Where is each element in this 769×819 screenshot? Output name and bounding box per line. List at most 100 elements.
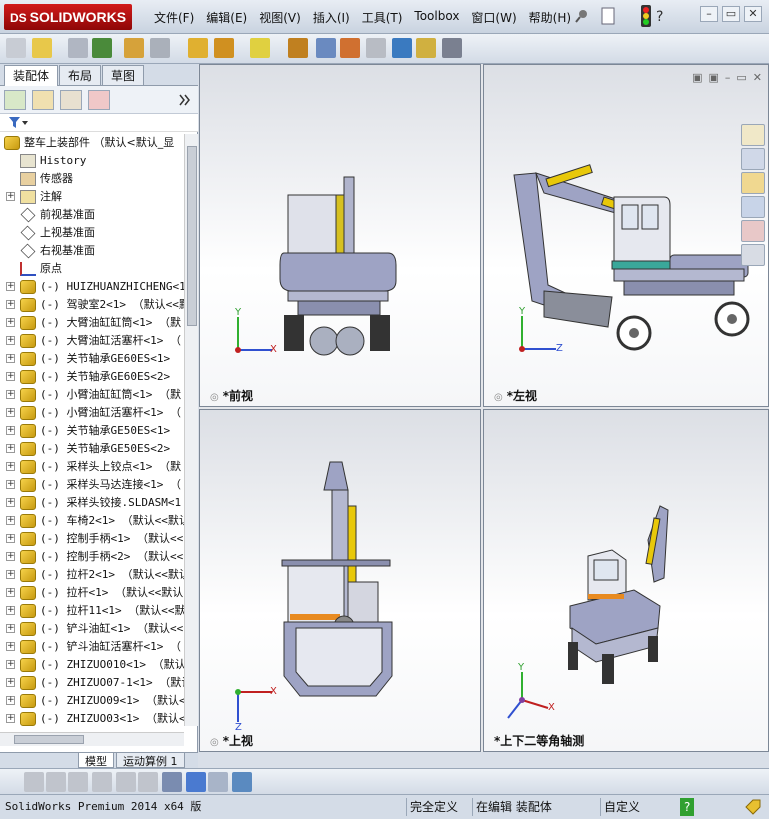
clearance-verification-icon[interactable] [416, 38, 436, 58]
tree-item[interactable]: 上视基准面 [0, 224, 184, 242]
expand-toggle[interactable]: + [6, 300, 15, 309]
expand-toggle[interactable]: + [6, 624, 15, 633]
motion-tool-6-icon[interactable] [138, 772, 158, 792]
menu-toolbox[interactable]: Toolbox [408, 8, 465, 28]
show-hidden-icon[interactable] [188, 38, 208, 58]
bill-of-materials-icon[interactable] [316, 38, 336, 58]
menu-insert[interactable]: 插入(I) [307, 8, 356, 28]
link-views-icon[interactable]: ▣ [692, 71, 702, 84]
tree-item[interactable]: + (-) ZHIZUO07-1<1> （默认 [0, 674, 184, 692]
smart-fasteners-icon[interactable] [124, 38, 144, 58]
expand-toggle[interactable]: + [6, 552, 15, 561]
appearances-icon[interactable] [741, 220, 765, 242]
tab-model[interactable]: 模型 [78, 753, 114, 768]
expand-toggle[interactable]: + [6, 588, 15, 597]
tree-item[interactable]: + (-) 控制手柄<2> （默认<< [0, 548, 184, 566]
rebuild-traffic-light-icon[interactable] [640, 4, 652, 28]
tree-item[interactable]: + (-) ZHIZUO010<1> （默认<< [0, 656, 184, 674]
reference-geometry-icon[interactable] [250, 38, 270, 58]
tag-icon[interactable] [744, 799, 762, 815]
tree-item[interactable]: + 注解 [0, 188, 184, 206]
tree-item[interactable]: + (-) 拉杆<1> （默认<<默认 [0, 584, 184, 602]
viewport-restore-icon[interactable]: ▭ [736, 71, 746, 84]
tree-item[interactable]: + (-) 关节轴承GE60ES<2> （ [0, 368, 184, 386]
move-component-icon[interactable] [150, 38, 170, 58]
expand-toggle[interactable]: + [6, 408, 15, 417]
tree-item[interactable]: History [0, 152, 184, 170]
insert-component-icon[interactable] [32, 38, 52, 58]
file-explorer-icon[interactable] [741, 172, 765, 194]
instant3d-icon[interactable] [442, 38, 462, 58]
viewport-top[interactable]: X Z ◎ *上视 [199, 409, 481, 752]
expand-toggle[interactable]: + [6, 660, 15, 669]
interference-detection-icon[interactable] [392, 38, 412, 58]
expand-toggle[interactable]: + [6, 282, 15, 291]
expand-toggle[interactable]: + [6, 390, 15, 399]
expand-toggle[interactable]: + [6, 606, 15, 615]
tree-item[interactable]: + (-) 小臂油缸缸筒<1> （默 [0, 386, 184, 404]
new-motion-study-icon[interactable] [288, 38, 308, 58]
motion-tool-7-icon[interactable] [162, 772, 182, 792]
feature-manager-tab-icon[interactable] [4, 90, 26, 110]
tree-item[interactable]: 右视基准面 [0, 242, 184, 260]
help-question-icon[interactable]: ? [654, 8, 670, 24]
display-manager-tab-icon[interactable] [88, 90, 110, 110]
tree-item[interactable]: + (-) 关节轴承GE50ES<1> （ [0, 422, 184, 440]
menu-edit[interactable]: 编辑(E) [200, 8, 253, 28]
hscroll-thumb[interactable] [14, 735, 84, 744]
tree-item[interactable]: + (-) 采样头上铰点<1> （默 [0, 458, 184, 476]
custom-properties-icon[interactable] [741, 244, 765, 266]
status-help[interactable]: ? [680, 798, 695, 816]
new-document-icon[interactable] [600, 6, 616, 26]
tree-item[interactable]: + (-) 驾驶室2<1> （默认<<默 [0, 296, 184, 314]
linear-pattern-icon[interactable] [92, 38, 112, 58]
expand-toggle[interactable]: + [6, 516, 15, 525]
filter-funnel-icon[interactable] [8, 116, 28, 130]
expand-toggle[interactable]: + [6, 444, 15, 453]
menu-help[interactable]: 帮助(H) [523, 8, 577, 28]
expand-toggle[interactable]: + [6, 642, 15, 651]
tile-icon[interactable]: ▣ [708, 71, 718, 84]
tab-layout[interactable]: 布局 [59, 65, 102, 85]
expand-toggle[interactable]: + [6, 336, 15, 345]
expand-toggle[interactable]: + [6, 192, 15, 201]
motion-tool-2-icon[interactable] [46, 772, 66, 792]
viewport-isometric[interactable]: X Y *上下二等角轴测 [483, 409, 769, 752]
assembly-tool-icon[interactable] [6, 38, 26, 58]
tree-item[interactable]: + (-) 采样头铰接.SLDASM<1 [0, 494, 184, 512]
tree-item[interactable]: + (-) 车椅2<1> （默认<<默认 [0, 512, 184, 530]
tree-item[interactable]: + (-) HUIZHUANZHICHENG<1> [0, 278, 184, 296]
tree-item[interactable]: + (-) 铲斗油缸活塞杆<1> （ [0, 638, 184, 656]
tree-root[interactable]: 整车上装部件 （默认<默认_显 [0, 134, 184, 152]
tab-sketch[interactable]: 草图 [102, 65, 145, 85]
expand-toggle[interactable]: + [6, 354, 15, 363]
mate-icon[interactable] [68, 38, 88, 58]
expand-panel-chevron-icon[interactable] [178, 94, 192, 106]
close-button[interactable]: ✕ [744, 6, 762, 22]
viewport-front[interactable]: X Y ◎ *前视 [199, 64, 481, 407]
expand-toggle[interactable]: + [6, 534, 15, 543]
tree-horizontal-scrollbar[interactable] [0, 732, 184, 746]
expand-toggle[interactable]: + [6, 426, 15, 435]
assembly-features-icon[interactable] [214, 38, 234, 58]
tree-item[interactable]: + (-) 拉杆11<1> （默认<<默 [0, 602, 184, 620]
exploded-view-icon[interactable] [340, 38, 360, 58]
expand-toggle[interactable]: + [6, 480, 15, 489]
motion-tool-4-icon[interactable] [92, 772, 112, 792]
expand-toggle[interactable]: + [6, 570, 15, 579]
tree-item[interactable]: 传感器 [0, 170, 184, 188]
pin-icon[interactable] [574, 8, 590, 24]
configuration-manager-tab-icon[interactable] [60, 90, 82, 110]
view-cube-icon[interactable] [186, 772, 206, 792]
status-units[interactable]: 自定义 [600, 798, 643, 816]
view-options-icon[interactable] [232, 772, 252, 792]
tree-item[interactable]: + (-) 采样头马达连接<1> （ [0, 476, 184, 494]
explode-line-sketch-icon[interactable] [366, 38, 386, 58]
menu-file[interactable]: 文件(F) [148, 8, 200, 28]
tree-item[interactable]: + (-) 大臂油缸缸筒<1> （默 [0, 314, 184, 332]
tree-item[interactable]: + (-) 关节轴承GE60ES<1> （ [0, 350, 184, 368]
viewport-left[interactable]: Z Y ▣ ▣ – ▭ ✕ ◎ *左视 [483, 64, 769, 407]
restore-button[interactable]: ▭ [722, 6, 740, 22]
expand-toggle[interactable]: + [6, 462, 15, 471]
tab-motion-study-1[interactable]: 运动算例 1 [116, 753, 185, 768]
